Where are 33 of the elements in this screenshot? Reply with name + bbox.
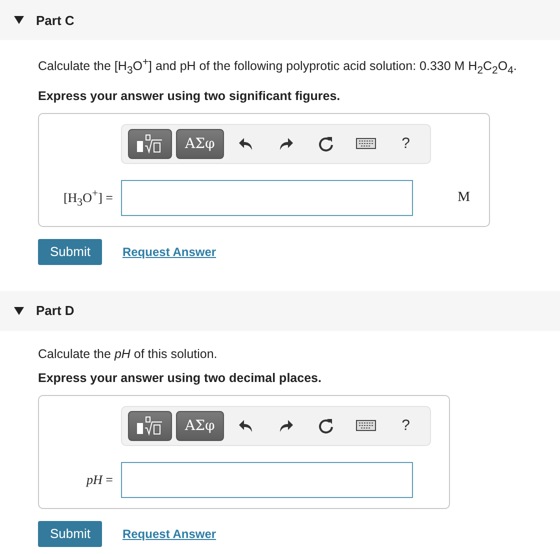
collapse-triangle-icon[interactable] [14,306,24,315]
undo-icon [238,138,253,150]
symbols-button[interactable]: ΑΣφ [176,410,224,441]
question-text: Calculate the pH of this solution. [38,346,218,363]
template-button[interactable] [128,410,172,441]
redo-icon [278,420,293,432]
unit-text: M [456,190,472,206]
part-title: Part C [36,12,74,28]
help-button[interactable]: ? [388,128,424,159]
symbols-button[interactable]: ΑΣφ [176,128,224,159]
answer-label: [H$_{3}$O$^{+}$] = [62,187,113,208]
keyboard-icon [356,420,376,432]
answer-field[interactable] [121,180,413,216]
undo-icon [238,420,253,432]
radical-template-icon [137,416,163,436]
part-title: Part D [36,303,74,318]
redo-icon [278,138,293,150]
radical-template-icon [137,134,163,154]
reset-icon [318,136,334,152]
answer-label: pH = [84,472,113,488]
template-button[interactable] [128,128,172,159]
help-button[interactable]: ? [388,410,424,441]
submit-button[interactable]: Submit [38,520,102,547]
submit-button[interactable]: Submit [38,238,102,265]
collapse-triangle-icon[interactable] [14,16,24,24]
request-answer-link[interactable]: Request Answer [122,244,216,259]
instruction-text: Express your answer using two decimal places. [38,370,322,385]
keyboard-icon [356,138,376,150]
request-answer-link[interactable]: Request Answer [122,526,216,541]
answer-field[interactable] [121,462,413,498]
instruction-text: Express your answer using two significant figures. [38,88,342,103]
reset-icon [318,418,334,434]
question-text: Calculate the [H$_{3}$O$^{+}$] and pH of the following polyprotic acid solution: 0.330 M H$_{2}$C$_{2}$O$_{4}$. [38,56,518,79]
